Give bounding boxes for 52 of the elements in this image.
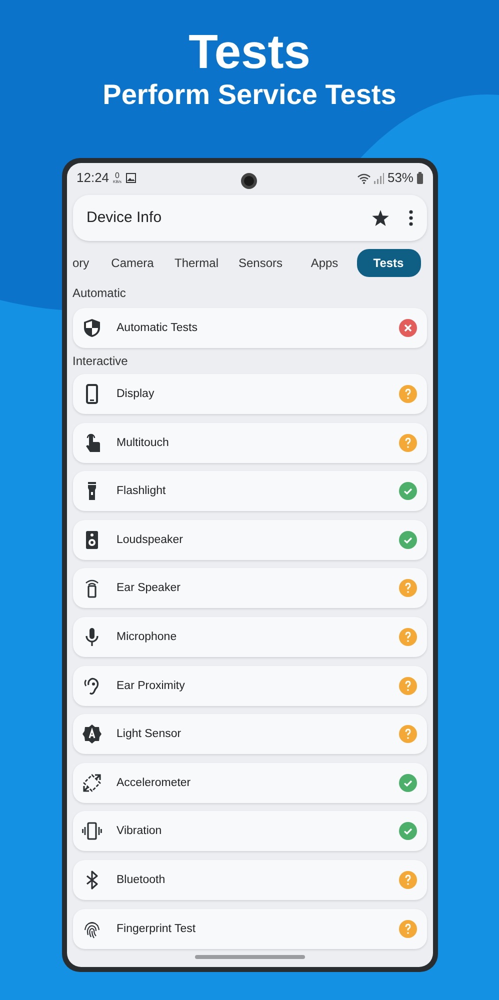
page-subtitle: Perform Service Tests <box>102 78 396 112</box>
test-item[interactable]: Display <box>72 374 426 414</box>
test-item[interactable]: Flashlight <box>72 471 426 512</box>
test-name: Display <box>116 387 156 402</box>
tab[interactable]: Camera <box>100 249 164 277</box>
test-item[interactable]: Vibration <box>72 811 426 852</box>
test-item[interactable]: Fingerprint Test <box>72 908 426 949</box>
star-icon[interactable] <box>372 210 388 226</box>
test-name: Ear Proximity <box>116 678 186 694</box>
test-item[interactable]: Ear Speaker <box>72 568 426 608</box>
test-item[interactable]: Ear Proximity <box>72 666 426 706</box>
test-name: Flashlight <box>116 484 167 500</box>
signal-icon <box>374 172 384 184</box>
vibration-icon <box>82 821 102 842</box>
section-header: Interactive <box>72 353 128 370</box>
test-name: Vibration <box>116 824 163 840</box>
test-item[interactable]: Microphone <box>72 616 426 657</box>
tab[interactable]: ory <box>72 249 100 277</box>
shield-icon <box>82 318 102 338</box>
battery-icon <box>416 172 422 184</box>
test-item[interactable]: Light Sensor <box>72 714 426 754</box>
test-name: Loudspeaker <box>116 532 184 548</box>
rotate-icon <box>82 772 102 793</box>
page-title: Tests <box>188 28 310 78</box>
test-name: Fingerprint Test <box>116 922 197 937</box>
front-camera <box>240 173 256 189</box>
more-options-icon[interactable] <box>408 210 412 226</box>
tab[interactable]: Apps <box>292 249 356 277</box>
test-name: Multitouch <box>116 436 170 451</box>
test-name: Bluetooth <box>116 872 166 888</box>
ear-icon <box>82 676 102 696</box>
battery-percent: 53% <box>387 169 414 188</box>
test-item[interactable]: Bluetooth <box>72 860 426 900</box>
test-item[interactable]: Loudspeaker <box>72 520 426 560</box>
tab[interactable]: Thermal <box>164 249 228 277</box>
network-speed: 0 <box>115 172 120 180</box>
test-name: Light Sensor <box>116 727 182 742</box>
test-item[interactable]: Accelerometer <box>72 762 426 803</box>
status-time: 12:24 <box>76 169 110 188</box>
image-icon <box>126 173 136 183</box>
section-header: Automatic <box>72 285 126 302</box>
test-name: Microphone <box>116 630 178 645</box>
test-name: Ear Speaker <box>116 581 182 596</box>
tab[interactable]: Tests <box>356 249 420 277</box>
app-title: Device Info <box>86 208 163 228</box>
tab[interactable]: Sensors <box>228 249 292 277</box>
test-name: Automatic Tests <box>116 321 198 336</box>
brightness-icon <box>82 724 102 744</box>
test-item[interactable]: Multitouch <box>72 422 426 463</box>
test-name: Accelerometer <box>116 776 192 791</box>
wifi-icon <box>357 172 372 184</box>
test-item[interactable]: Automatic Tests <box>72 308 426 348</box>
